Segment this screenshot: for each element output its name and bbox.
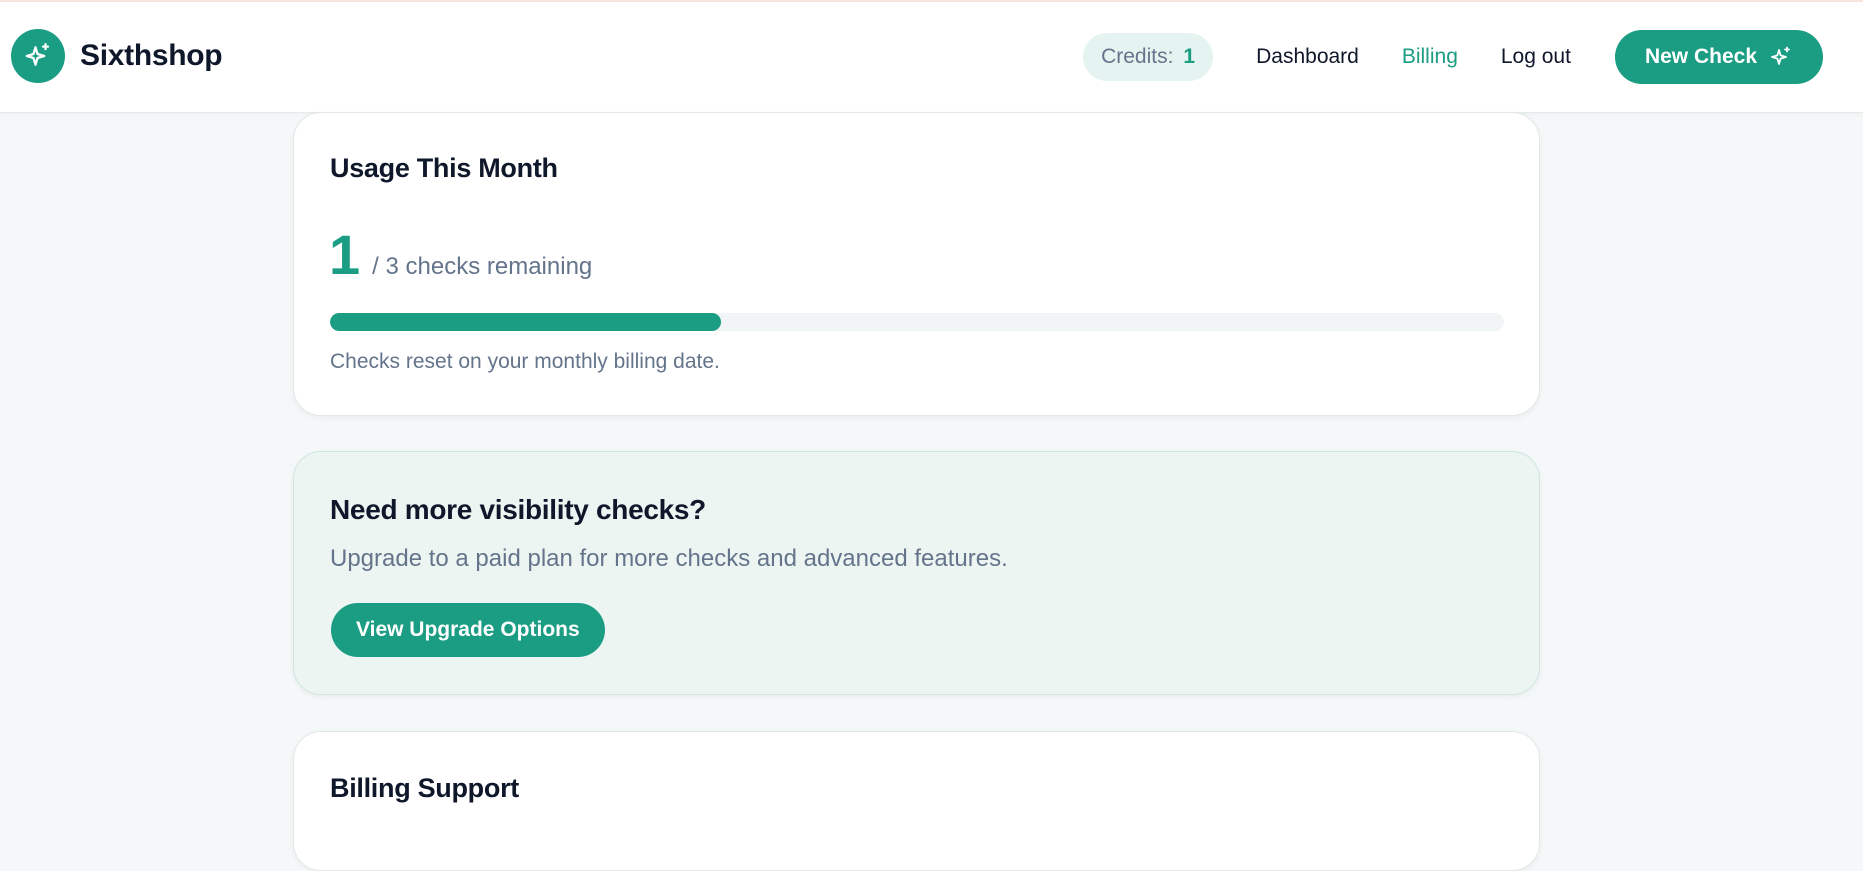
checks-remaining-count: 1 bbox=[329, 223, 361, 286]
brand[interactable]: Sixthshop bbox=[11, 29, 223, 83]
nav-link-billing[interactable]: Billing bbox=[1402, 45, 1458, 69]
usage-progress-bar bbox=[330, 313, 1504, 331]
usage-card: Usage This Month 1 / 3 checks remaining … bbox=[293, 112, 1540, 416]
usage-figure: 1 / 3 checks remaining bbox=[329, 227, 592, 283]
usage-progress-fill bbox=[330, 313, 721, 331]
credits-label: Credits: bbox=[1101, 45, 1174, 68]
nav-actions: Credits: 1 Dashboard Billing Log out New… bbox=[1083, 30, 1823, 84]
nav-link-logout[interactable]: Log out bbox=[1501, 45, 1571, 69]
sparkles-icon bbox=[1769, 45, 1793, 69]
new-check-button[interactable]: New Check bbox=[1614, 30, 1823, 84]
upgrade-description: Upgrade to a paid plan for more checks a… bbox=[330, 545, 1008, 572]
sparkles-icon bbox=[11, 29, 65, 83]
checks-remaining-text: / 3 checks remaining bbox=[372, 253, 593, 280]
credits-value: 1 bbox=[1183, 45, 1196, 68]
upgrade-title: Need more visibility checks? bbox=[330, 494, 706, 525]
credits-badge: Credits: 1 bbox=[1083, 33, 1214, 81]
billing-support-card: Billing Support bbox=[293, 731, 1540, 871]
usage-reset-note: Checks reset on your monthly billing dat… bbox=[330, 350, 720, 373]
view-upgrade-options-button[interactable]: View Upgrade Options bbox=[331, 603, 605, 657]
top-navbar: Sixthshop Credits: 1 Dashboard Billing L… bbox=[0, 2, 1863, 113]
upgrade-card: Need more visibility checks? Upgrade to … bbox=[293, 451, 1540, 695]
new-check-label: New Check bbox=[1644, 45, 1757, 68]
billing-support-title: Billing Support bbox=[330, 773, 519, 803]
brand-name: Sixthshop bbox=[80, 39, 223, 72]
usage-title: Usage This Month bbox=[330, 153, 558, 183]
nav-link-dashboard[interactable]: Dashboard bbox=[1256, 45, 1359, 69]
